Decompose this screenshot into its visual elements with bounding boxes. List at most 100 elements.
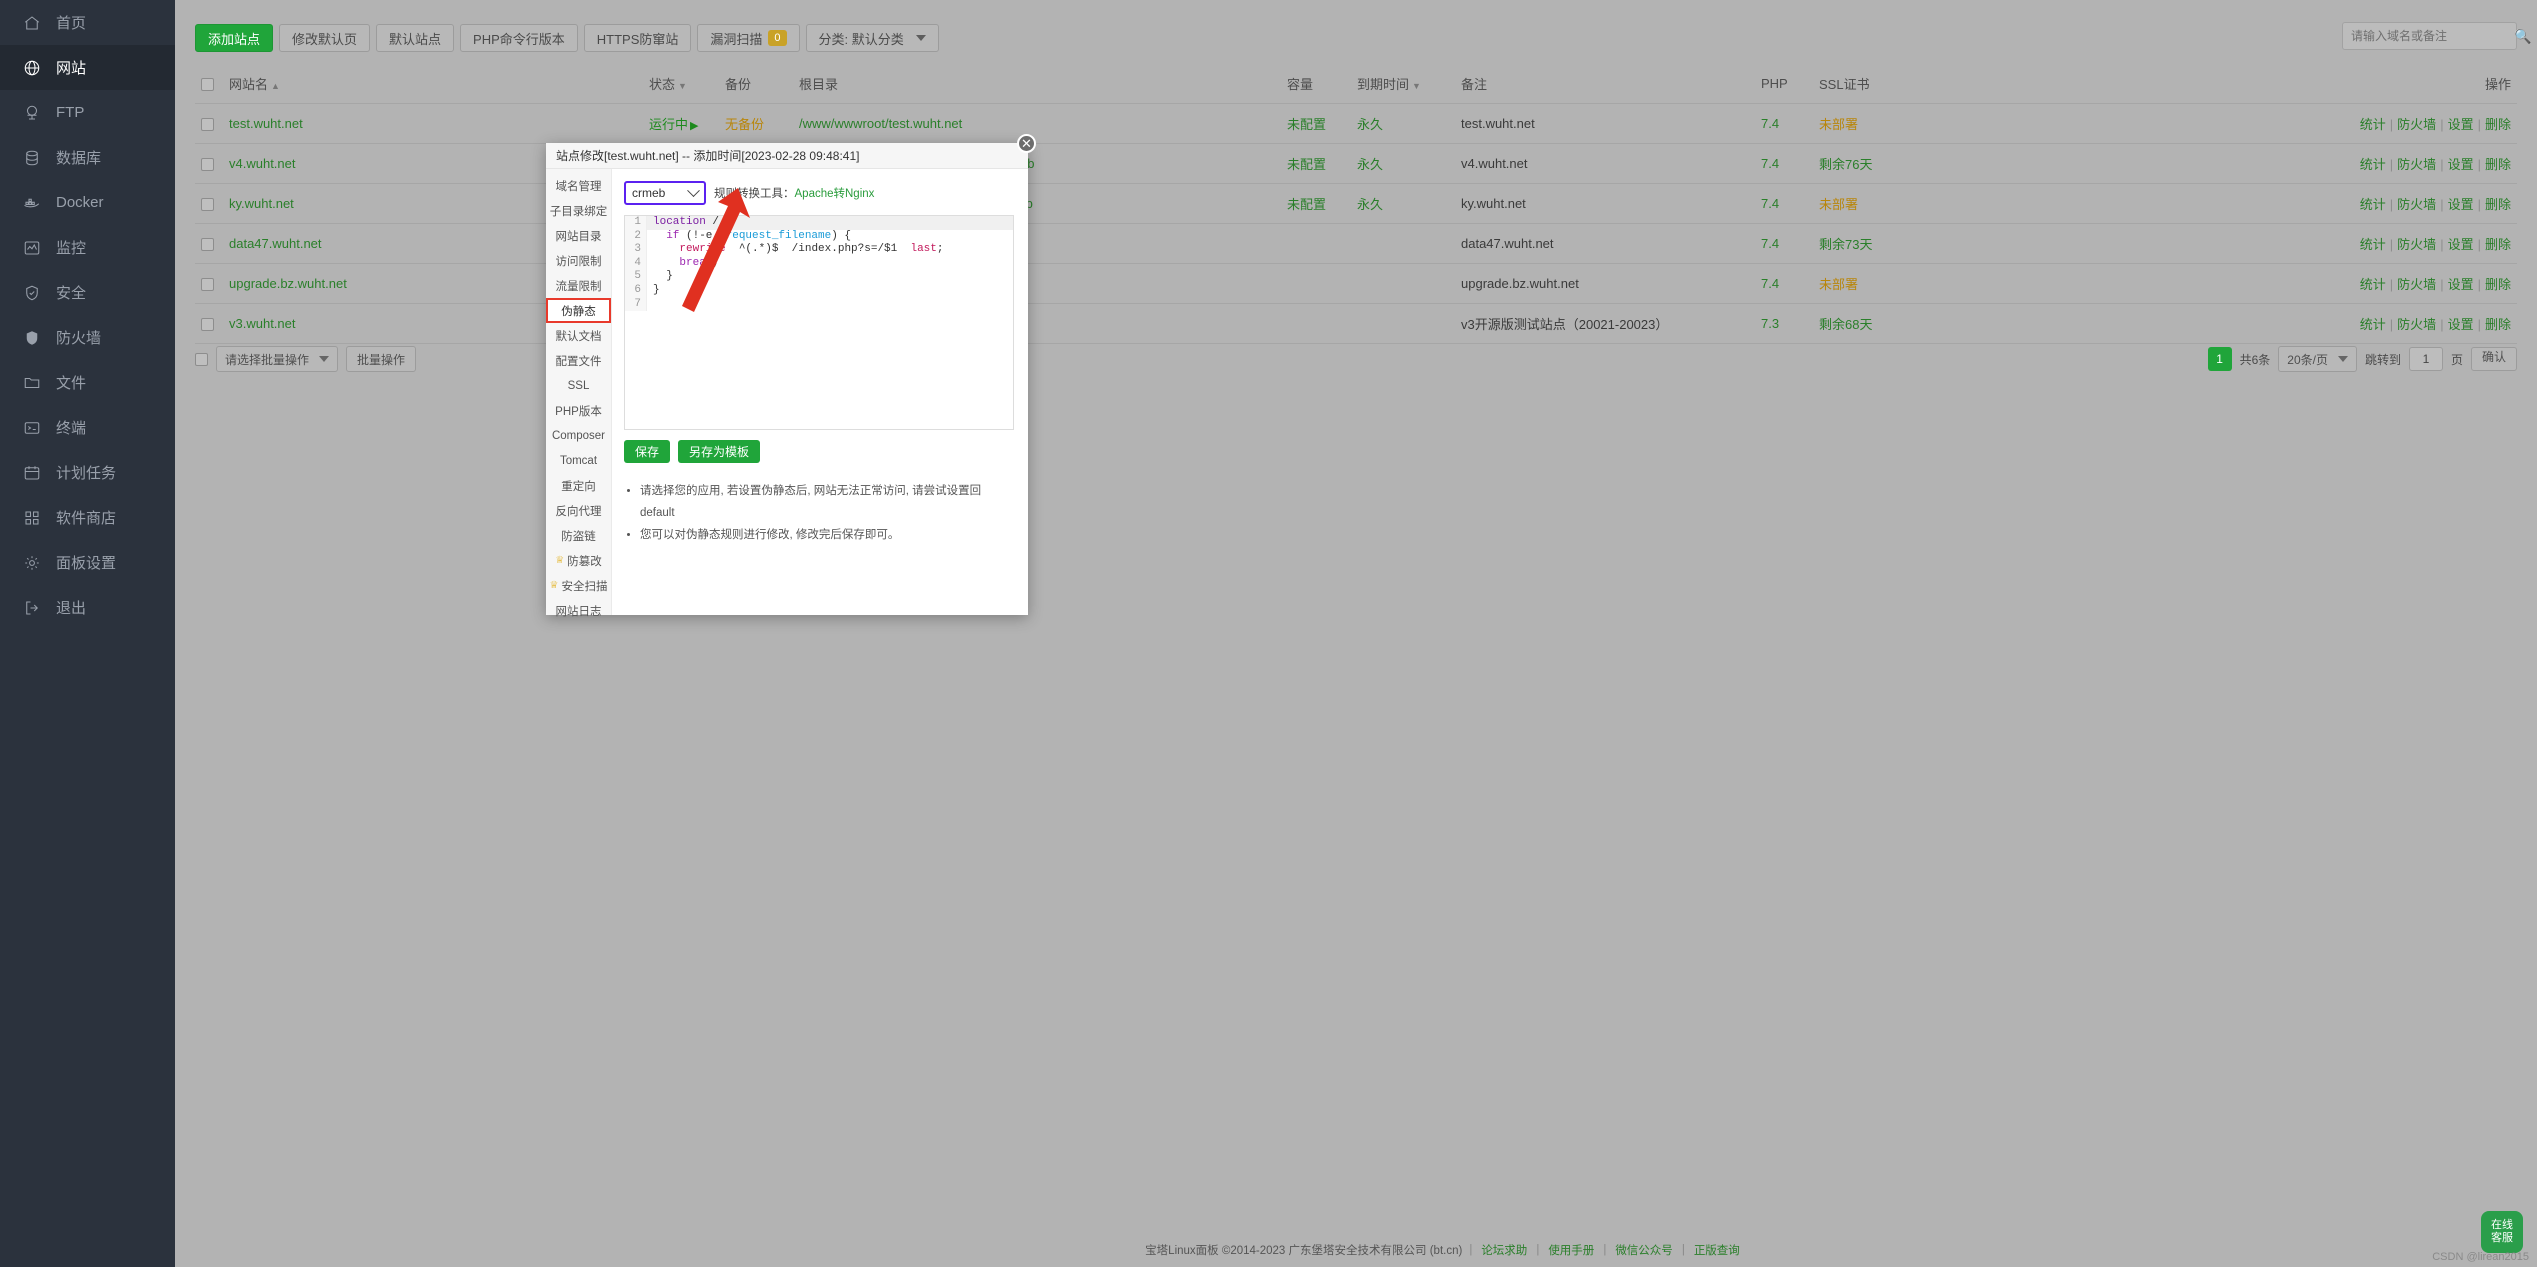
op-设置[interactable]: 设置 bbox=[2448, 197, 2474, 212]
php-cli-version-button[interactable]: PHP命令行版本 bbox=[460, 24, 578, 52]
modal-tab-防盗链[interactable]: 防盗链 bbox=[546, 523, 611, 548]
table-row[interactable]: test.wuht.net运行中▶无备份/www/wwwroot/test.wu… bbox=[195, 104, 2517, 144]
search-input[interactable] bbox=[2343, 23, 2514, 49]
editor-line[interactable]: 5 } bbox=[625, 270, 1013, 284]
cell-note[interactable]: ky.wuht.net bbox=[1455, 184, 1755, 224]
modal-tab-Tomcat[interactable]: Tomcat bbox=[546, 448, 611, 473]
online-service-button[interactable]: 在线 客服 bbox=[2481, 1211, 2523, 1253]
row-checkbox[interactable] bbox=[201, 118, 214, 131]
converter-link[interactable]: Apache转Nginx bbox=[795, 188, 875, 200]
cell-php[interactable]: 7.4 bbox=[1755, 184, 1813, 224]
sidebar-item-panel-settings[interactable]: 面板设置 bbox=[0, 540, 175, 585]
op-设置[interactable]: 设置 bbox=[2448, 237, 2474, 252]
sidebar-item-security[interactable]: 安全 bbox=[0, 270, 175, 315]
rewrite-code-editor[interactable]: 1location / {2 if (!-e $request_filename… bbox=[624, 215, 1014, 430]
op-删除[interactable]: 删除 bbox=[2485, 317, 2511, 332]
modal-tab-子目录绑定[interactable]: 子目录绑定 bbox=[546, 198, 611, 223]
header-status[interactable]: 状态▼ bbox=[643, 64, 719, 104]
search-icon[interactable]: 🔍 bbox=[2514, 28, 2531, 45]
table-row[interactable]: data47.wuht.net已停止‖无备份/www/wwwrootdata47… bbox=[195, 224, 2517, 264]
table-row[interactable]: v3.wuht.net运行中▶无备份/www/wwwrootv3开源版测试站点（… bbox=[195, 304, 2517, 344]
op-删除[interactable]: 删除 bbox=[2485, 237, 2511, 252]
row-checkbox[interactable] bbox=[201, 238, 214, 251]
op-统计[interactable]: 统计 bbox=[2360, 237, 2386, 252]
cell-note[interactable]: data47.wuht.net bbox=[1455, 224, 1755, 264]
op-删除[interactable]: 删除 bbox=[2485, 157, 2511, 172]
sidebar-item-website[interactable]: 网站 bbox=[0, 45, 175, 90]
row-checkbox-cell[interactable] bbox=[195, 224, 223, 264]
cell-note[interactable]: upgrade.bz.wuht.net bbox=[1455, 264, 1755, 304]
editor-line[interactable]: 6} bbox=[625, 284, 1013, 298]
batch-apply-button[interactable]: 批量操作 bbox=[346, 346, 416, 372]
sidebar-item-appstore[interactable]: 软件商店 bbox=[0, 495, 175, 540]
op-统计[interactable]: 统计 bbox=[2360, 277, 2386, 292]
page-confirm-button[interactable]: 确认 bbox=[2471, 347, 2517, 371]
op-统计[interactable]: 统计 bbox=[2360, 197, 2386, 212]
vuln-scan-button[interactable]: 漏洞扫描 0 bbox=[697, 24, 799, 52]
row-checkbox[interactable] bbox=[201, 158, 214, 171]
modal-tab-反向代理[interactable]: 反向代理 bbox=[546, 498, 611, 523]
op-设置[interactable]: 设置 bbox=[2448, 157, 2474, 172]
editor-line[interactable]: 7 bbox=[625, 298, 1013, 312]
cell-ssl[interactable]: 剩余68天 bbox=[1813, 304, 1923, 344]
close-icon[interactable]: ✕ bbox=[1017, 134, 1036, 153]
table-row[interactable]: v4.wuht.net运行中▶无备份/www/wwwroot/v4.wuht.n… bbox=[195, 144, 2517, 184]
op-防火墙[interactable]: 防火墙 bbox=[2397, 317, 2436, 332]
op-防火墙[interactable]: 防火墙 bbox=[2397, 157, 2436, 172]
table-row[interactable]: ky.wuht.net运行中▶无备份/www/wwwroot/ky.wuht.n… bbox=[195, 184, 2517, 224]
op-防火墙[interactable]: 防火墙 bbox=[2397, 277, 2436, 292]
add-site-button[interactable]: 添加站点 bbox=[195, 24, 273, 52]
row-checkbox[interactable] bbox=[201, 318, 214, 331]
modal-tab-流量限制[interactable]: 流量限制 bbox=[546, 273, 611, 298]
sidebar-item-ftp[interactable]: FTP bbox=[0, 90, 175, 135]
header-site-name[interactable]: 网站名▲ bbox=[223, 64, 643, 104]
cell-ssl[interactable]: 剩余76天 bbox=[1813, 144, 1923, 184]
modal-tab-访问限制[interactable]: 访问限制 bbox=[546, 248, 611, 273]
cell-status[interactable]: 运行中▶ bbox=[643, 104, 719, 144]
modal-tab-网站目录[interactable]: 网站目录 bbox=[546, 223, 611, 248]
sidebar-item-firewall[interactable]: 防火墙 bbox=[0, 315, 175, 360]
cell-php[interactable]: 7.4 bbox=[1755, 264, 1813, 304]
footer-link-forum[interactable]: 论坛求助 bbox=[1481, 1242, 1527, 1258]
row-checkbox[interactable] bbox=[201, 198, 214, 211]
sidebar-item-files[interactable]: 文件 bbox=[0, 360, 175, 405]
sidebar-item-home[interactable]: 首页 bbox=[0, 0, 175, 45]
footer-link-manual[interactable]: 使用手册 bbox=[1548, 1242, 1594, 1258]
cell-ssl[interactable]: 未部署 bbox=[1813, 264, 1923, 304]
op-设置[interactable]: 设置 bbox=[2448, 117, 2474, 132]
edit-default-page-button[interactable]: 修改默认页 bbox=[279, 24, 370, 52]
sidebar-item-database[interactable]: 数据库 bbox=[0, 135, 175, 180]
cell-note[interactable]: test.wuht.net bbox=[1455, 104, 1755, 144]
modal-tab-默认文档[interactable]: 默认文档 bbox=[546, 323, 611, 348]
row-checkbox[interactable] bbox=[201, 278, 214, 291]
op-防火墙[interactable]: 防火墙 bbox=[2397, 237, 2436, 252]
editor-line[interactable]: 4 break; bbox=[625, 257, 1013, 271]
modal-tab-配置文件[interactable]: 配置文件 bbox=[546, 348, 611, 373]
row-checkbox-cell[interactable] bbox=[195, 264, 223, 304]
checkbox-footer-all[interactable] bbox=[195, 353, 208, 366]
batch-operation-select[interactable]: 请选择批量操作 bbox=[216, 346, 338, 372]
op-删除[interactable]: 删除 bbox=[2485, 277, 2511, 292]
header-expire[interactable]: 到期时间▼ bbox=[1351, 64, 1455, 104]
save-as-template-button[interactable]: 另存为模板 bbox=[678, 440, 760, 463]
op-防火墙[interactable]: 防火墙 bbox=[2397, 117, 2436, 132]
modal-tab-SSL[interactable]: SSL bbox=[546, 373, 611, 398]
op-统计[interactable]: 统计 bbox=[2360, 317, 2386, 332]
rewrite-rule-select[interactable]: crmeb bbox=[624, 181, 706, 205]
page-number-1[interactable]: 1 bbox=[2208, 347, 2232, 371]
op-防火墙[interactable]: 防火墙 bbox=[2397, 197, 2436, 212]
cell-ssl[interactable]: 未部署 bbox=[1813, 184, 1923, 224]
footer-link-license[interactable]: 正版查询 bbox=[1694, 1242, 1740, 1258]
editor-line[interactable]: 3 rewrite ^(.*)$ /index.php?s=/$1 last; bbox=[625, 243, 1013, 257]
https-anti-hijack-button[interactable]: HTTPS防窜站 bbox=[584, 24, 692, 52]
modal-tab-伪静态[interactable]: 伪静态 bbox=[546, 298, 611, 323]
search-box[interactable]: 🔍 bbox=[2342, 22, 2517, 50]
sidebar-item-terminal[interactable]: 终端 bbox=[0, 405, 175, 450]
row-checkbox-cell[interactable] bbox=[195, 304, 223, 344]
sidebar-item-monitor[interactable]: 监控 bbox=[0, 225, 175, 270]
editor-line[interactable]: 2 if (!-e $request_filename) { bbox=[625, 230, 1013, 244]
op-删除[interactable]: 删除 bbox=[2485, 197, 2511, 212]
footer-link-wechat[interactable]: 微信公众号 bbox=[1615, 1242, 1673, 1258]
op-设置[interactable]: 设置 bbox=[2448, 317, 2474, 332]
cell-note[interactable]: v3开源版测试站点（20021-20023） bbox=[1455, 304, 1755, 344]
